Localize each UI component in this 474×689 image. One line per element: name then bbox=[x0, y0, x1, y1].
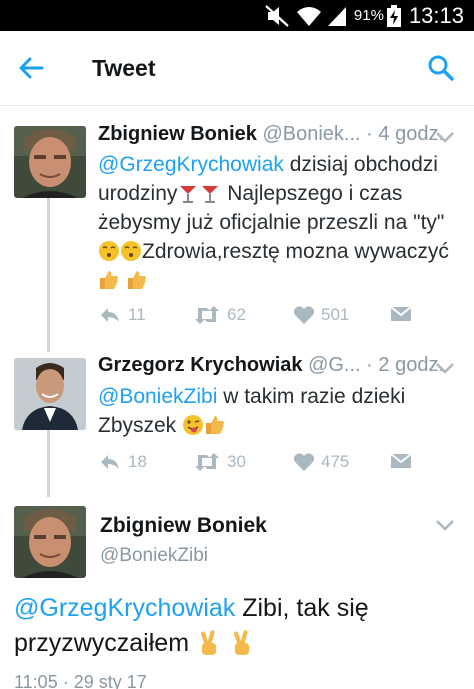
signal-icon bbox=[327, 6, 346, 26]
mention-link[interactable]: @GrzegKrychowiak bbox=[14, 594, 235, 622]
retweet-icon bbox=[195, 306, 219, 324]
reply-count: 11 bbox=[128, 305, 146, 324]
thread-line bbox=[47, 424, 50, 497]
author-name[interactable]: Zbigniew Boniek bbox=[98, 123, 257, 145]
author-name[interactable]: Zbigniew Boniek bbox=[100, 514, 267, 538]
reply-button[interactable]: 18 bbox=[98, 452, 147, 472]
avatar[interactable] bbox=[14, 126, 86, 198]
like-button[interactable]: 501 bbox=[293, 305, 349, 325]
envelope-icon bbox=[390, 306, 412, 321]
retweet-button[interactable]: 62 bbox=[193, 305, 246, 325]
kissing-face-emoji-icon bbox=[99, 241, 119, 261]
back-arrow-icon[interactable] bbox=[14, 53, 48, 83]
chevron-down-icon[interactable] bbox=[434, 517, 456, 533]
tweet-actions: 11 62 501 bbox=[98, 305, 428, 329]
cocktail-emoji-icon bbox=[202, 186, 219, 203]
focused-tweet: Zbigniew Boniek @BoniekZibi @GrzegKrycho… bbox=[0, 497, 474, 689]
tweet-header: Zbigniew Boniek @Boniek... · 4 godz. bbox=[98, 123, 444, 146]
text-part: Zdrowia,resztę mozna wywaczyć bbox=[142, 240, 449, 263]
retweet-button[interactable]: 30 bbox=[193, 452, 246, 472]
separator-dot: · bbox=[366, 123, 373, 145]
victory-hand-emoji-icon bbox=[233, 630, 250, 655]
like-button[interactable]: 475 bbox=[293, 452, 349, 472]
mention-link[interactable]: @GrzegKrychowiak bbox=[98, 153, 284, 176]
author-handle[interactable]: @BoniekZibi bbox=[100, 545, 208, 567]
retweet-count: 30 bbox=[227, 452, 246, 471]
thread-line bbox=[47, 197, 50, 352]
like-count: 475 bbox=[321, 452, 350, 471]
envelope-icon bbox=[390, 453, 412, 468]
tweet-1[interactable]: Zbigniew Boniek @Boniek... · 4 godz. @Gr… bbox=[0, 107, 474, 352]
clock: 13:13 bbox=[408, 2, 464, 28]
reply-icon bbox=[101, 308, 119, 322]
author-handle[interactable]: @G... bbox=[308, 354, 361, 376]
winking-tongue-emoji-icon bbox=[183, 415, 204, 435]
like-count: 501 bbox=[321, 305, 350, 324]
tweet-2[interactable]: Grzegorz Krychowiak @G... · 2 godz. @Bon… bbox=[0, 352, 474, 497]
cocktail-emoji-icon bbox=[180, 186, 197, 203]
battery-charging-icon bbox=[386, 4, 401, 27]
search-icon[interactable] bbox=[426, 53, 456, 83]
victory-hand-emoji-icon bbox=[201, 630, 217, 655]
tweet-header: Grzegorz Krychowiak @G... · 2 godz. bbox=[98, 354, 444, 377]
tweet-actions: 18 30 475 bbox=[98, 452, 428, 476]
mention-link[interactable]: @BoniekZibi bbox=[98, 385, 217, 408]
app-bar: Tweet bbox=[0, 31, 474, 106]
page-title: Tweet bbox=[92, 55, 156, 81]
author-handle[interactable]: @Boniek... bbox=[262, 123, 360, 145]
retweet-icon bbox=[195, 453, 219, 471]
thumbs-up-emoji-icon bbox=[100, 271, 118, 289]
tweet-text: @GrzegKrychowiak Zibi, tak się przyzwycz… bbox=[14, 591, 464, 661]
heart-icon bbox=[293, 306, 315, 324]
direct-message-button[interactable] bbox=[390, 305, 418, 323]
thumbs-up-emoji-icon bbox=[127, 271, 146, 289]
reply-icon bbox=[101, 455, 119, 469]
tweet-text: @BoniekZibi w takim razie dzieki Zbyszek bbox=[98, 382, 458, 440]
author-name[interactable]: Grzegorz Krychowiak bbox=[98, 354, 303, 376]
avatar[interactable] bbox=[14, 358, 86, 430]
reply-count: 18 bbox=[128, 452, 147, 471]
direct-message-button[interactable] bbox=[390, 452, 418, 470]
kissing-face-emoji-icon bbox=[121, 241, 141, 261]
battery-percent: 91% bbox=[353, 7, 384, 24]
retweet-count: 62 bbox=[227, 305, 246, 324]
separator-dot: · bbox=[366, 354, 373, 376]
avatar[interactable] bbox=[14, 506, 86, 578]
chevron-down-icon[interactable] bbox=[434, 360, 456, 376]
thumbs-up-emoji-icon bbox=[206, 416, 225, 434]
chevron-down-icon[interactable] bbox=[434, 129, 456, 145]
status-bar: 91% 13:13 bbox=[0, 0, 474, 31]
reply-button[interactable]: 11 bbox=[98, 305, 146, 325]
heart-icon bbox=[293, 453, 315, 471]
mute-icon bbox=[265, 4, 289, 27]
tweet-text: @GrzegKrychowiak dzisiaj obchodzi urodzi… bbox=[98, 150, 458, 295]
tweet-timestamp: 11:05 · 29 sty 17 bbox=[14, 672, 147, 689]
wifi-icon bbox=[296, 6, 321, 26]
